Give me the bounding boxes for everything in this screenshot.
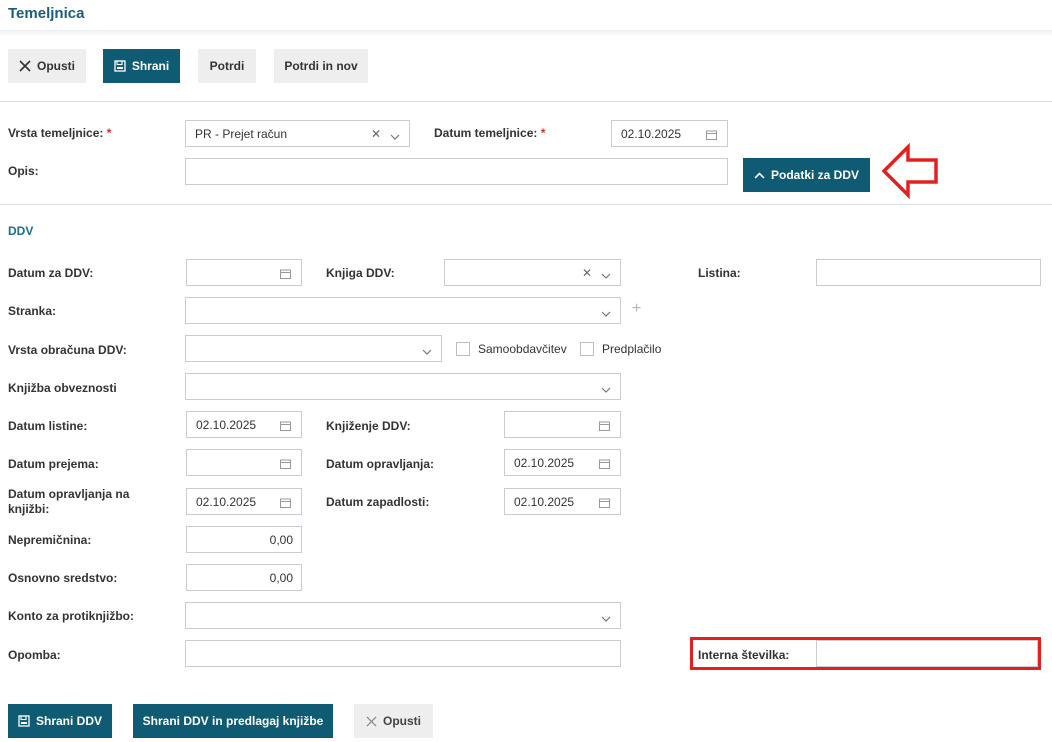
vat-calc-type-select[interactable] — [185, 335, 442, 362]
journal-type-label: Vrsta temeljnice: * — [8, 126, 112, 140]
calendar-icon[interactable] — [599, 497, 610, 511]
vat-posting-label: Knjiženje DDV: — [326, 419, 411, 433]
close-icon — [19, 60, 31, 72]
description-label: Opis: — [8, 164, 39, 178]
service-date-booking-input[interactable]: 02.10.2025 — [186, 488, 302, 515]
self-assessment-checkbox[interactable]: Samoobdavčitev — [456, 342, 567, 356]
vat-posting-input[interactable] — [504, 411, 621, 438]
clear-icon[interactable]: ✕ — [371, 127, 381, 141]
contra-account-label: Konto za protiknjižbo: — [8, 609, 134, 623]
vat-data-toggle-label: Podatki za DDV — [770, 168, 860, 182]
save-vat-button-label: Shrani DDV — [35, 714, 102, 728]
calendar-icon[interactable] — [706, 129, 717, 143]
page-title: Temeljnica — [8, 5, 85, 22]
party-select[interactable] — [185, 297, 621, 324]
floppy-icon — [18, 715, 30, 727]
calendar-icon[interactable] — [599, 458, 610, 472]
description-input[interactable] — [185, 158, 728, 185]
calendar-icon[interactable] — [599, 420, 610, 434]
cancel-vat-button[interactable]: Opusti — [354, 704, 433, 738]
cancel-button-label: Opusti — [37, 59, 75, 73]
doc-date-input[interactable]: 02.10.2025 — [186, 411, 302, 438]
save-vat-button[interactable]: Shrani DDV — [8, 704, 112, 738]
note-label: Opomba: — [8, 648, 61, 662]
doc-date-label: Datum listine: — [8, 419, 88, 433]
liability-booking-label: Knjižba obveznosti — [8, 381, 117, 395]
real-estate-input[interactable]: 0,00 — [186, 526, 302, 553]
calendar-icon[interactable] — [280, 458, 291, 472]
journal-date-input[interactable]: 02.10.2025 — [611, 120, 728, 147]
floppy-icon — [114, 60, 126, 72]
journal-date-label: Datum temeljnice: * — [434, 126, 546, 140]
save-button[interactable]: Shrani — [103, 49, 180, 83]
vat-date-input[interactable] — [186, 259, 302, 286]
confirm-button-label: Potrdi — [209, 59, 245, 73]
vat-data-toggle-button[interactable]: Podatki za DDV — [743, 158, 870, 192]
fixed-asset-input[interactable]: 0,00 — [186, 564, 302, 591]
journal-type-select[interactable]: PR - Prejet račun ✕ — [185, 120, 410, 147]
chevron-down-icon — [601, 383, 611, 397]
service-date-input[interactable]: 02.10.2025 — [504, 449, 621, 476]
form-divider — [0, 204, 1052, 205]
prepaid-checkbox[interactable]: Predplačilo — [580, 342, 661, 356]
due-date-label: Datum zapadlosti: — [326, 495, 430, 509]
chevron-up-icon — [754, 171, 765, 179]
calendar-icon[interactable] — [280, 268, 291, 282]
cancel-button[interactable]: Opusti — [8, 49, 86, 83]
note-input[interactable] — [185, 640, 621, 667]
confirm-new-button[interactable]: Potrdi in nov — [274, 49, 368, 83]
fixed-asset-label: Osnovno sredstvo: — [8, 571, 118, 585]
clear-icon[interactable]: ✕ — [582, 266, 592, 280]
header-divider — [0, 30, 1052, 36]
service-date-label: Datum opravljanja: — [326, 457, 435, 471]
document-label: Listina: — [698, 266, 741, 280]
chevron-down-icon — [601, 307, 611, 321]
document-input[interactable] — [816, 259, 1041, 286]
add-party-plus-icon[interactable]: + — [632, 300, 641, 318]
save-button-label: Shrani — [131, 59, 170, 73]
real-estate-label: Nepremičnina: — [8, 533, 92, 547]
liability-booking-select[interactable] — [185, 373, 621, 400]
close-icon — [366, 715, 377, 727]
calendar-icon[interactable] — [280, 420, 291, 434]
confirm-button[interactable]: Potrdi — [198, 49, 256, 83]
receipt-date-label: Datum prejema: — [8, 457, 99, 471]
chevron-down-icon — [390, 130, 400, 144]
chevron-down-icon — [422, 345, 432, 359]
vat-section-title: DDV — [8, 224, 34, 238]
vat-date-label: Datum za DDV: — [8, 266, 94, 280]
party-label: Stranka: — [8, 304, 57, 318]
service-date-booking-label: Datum opravljanja na knjižbi: — [8, 487, 130, 516]
confirm-new-button-label: Potrdi in nov — [284, 59, 358, 73]
vat-book-label: Knjiga DDV: — [326, 266, 395, 280]
cancel-vat-button-label: Opusti — [383, 714, 421, 728]
save-vat-propose-button[interactable]: Shrani DDV in predlagaj knjižbe — [133, 704, 333, 738]
contra-account-select[interactable] — [185, 602, 621, 629]
self-assessment-checkbox-box[interactable] — [456, 342, 470, 356]
toolbar-divider — [0, 101, 1052, 102]
save-vat-propose-label: Shrani DDV in predlagaj knjižbe — [142, 714, 324, 728]
receipt-date-input[interactable] — [186, 449, 302, 476]
prepaid-checkbox-box[interactable] — [580, 342, 594, 356]
due-date-input[interactable]: 02.10.2025 — [504, 488, 621, 515]
arrow-left-annotation-icon — [881, 143, 938, 199]
chevron-down-icon — [601, 612, 611, 626]
vat-calc-type-label: Vrsta obračuna DDV: — [8, 343, 127, 357]
calendar-icon[interactable] — [280, 497, 291, 511]
highlight-annotation-box — [690, 637, 1041, 670]
vat-book-select[interactable]: ✕ — [444, 259, 621, 286]
chevron-down-icon — [601, 269, 611, 283]
